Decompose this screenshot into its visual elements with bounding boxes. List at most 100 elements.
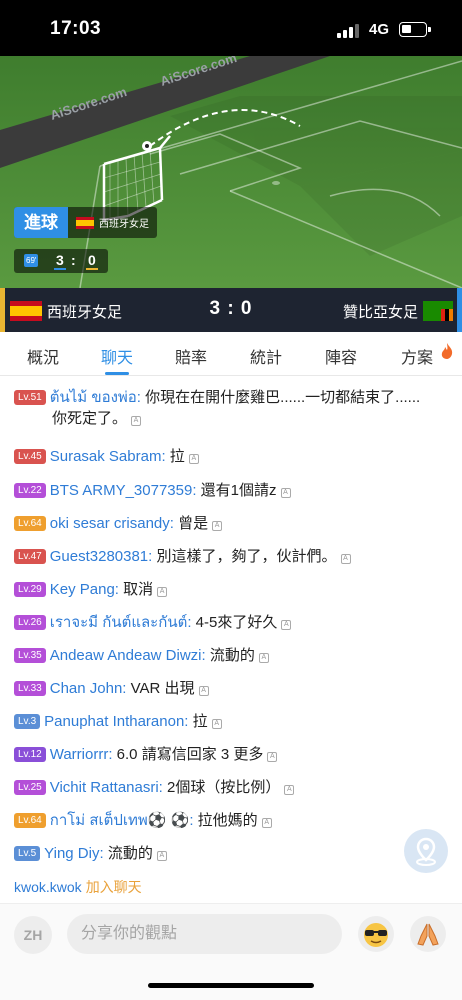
chat-text: 4-5來了好久 [195, 614, 278, 631]
score-bar: 西班牙女足 3 : 0 贊比亞女足 [0, 288, 462, 332]
sunglasses-emoji-icon [364, 923, 388, 947]
chat-message: Lv.22 BTS ARMY_3077359: 還有1個請z A [14, 480, 432, 501]
status-bar: 17:03 4G [0, 0, 462, 56]
level-badge: Lv.26 [14, 615, 46, 630]
chat-text: 2個球（按比例） [167, 779, 281, 796]
chat-username[interactable]: Andeaw Andeaw Diwzi: [50, 647, 206, 664]
chat-username[interactable]: ต้นไม้ ของพ่อ: [50, 389, 141, 406]
translate-icon[interactable]: A [198, 686, 209, 696]
level-badge: Lv.64 [14, 813, 46, 828]
zambia-flag-icon [423, 301, 453, 321]
chat-username[interactable]: Ying Diy: [44, 845, 103, 862]
join-notice: kwok.kwok 加入聊天 [14, 877, 142, 897]
tab-stats[interactable]: 統計 [250, 344, 282, 368]
translate-icon[interactable]: A [261, 818, 272, 828]
chat-message: Lv.64 กาโม่ สเต็ปเทพ⚽ ⚽: 拉他媽的 A [14, 810, 432, 831]
sunglasses-emoji-button[interactable] [358, 916, 394, 952]
chat-message: Lv.47 Guest3280381: 別這樣了，夠了，伙計們。 A [14, 546, 432, 567]
translate-icon[interactable]: A [267, 752, 278, 762]
chat-message: Lv.3 Panuphat Intharanon: 拉A [14, 711, 432, 732]
away-team-name[interactable]: 贊比亞女足 [343, 301, 418, 322]
translate-icon[interactable]: A [156, 851, 167, 861]
level-badge: Lv.29 [14, 582, 46, 597]
chat-message: Lv.26 เราจะมี กันต์และกันต์: 4-5來了好久 A [14, 612, 432, 633]
chat-username[interactable]: oki sesar crisandy: [50, 515, 174, 532]
translate-icon[interactable]: A [188, 454, 199, 464]
live-mini-score: 69' 3 : 0 [14, 249, 108, 273]
level-badge: Lv.5 [14, 846, 41, 861]
location-float-button[interactable] [404, 829, 448, 873]
chat-username[interactable]: Panuphat Intharanon: [44, 713, 188, 730]
chat-username[interactable]: กาโม่ สเต็ปเทพ⚽ ⚽: [50, 812, 194, 829]
chat-username[interactable]: Surasak Sabram: [50, 448, 166, 465]
chat-text-cont: 你死定了。 [52, 410, 128, 427]
home-indicator [148, 983, 314, 988]
chat-text: 取消 [123, 581, 154, 598]
translate-icon[interactable]: A [211, 719, 222, 729]
chat-message: Lv.25 Vichit Rattanasri: 2個球（按比例） A [14, 777, 432, 798]
translate-icon[interactable]: A [157, 587, 168, 597]
chat-text: 拉 [169, 448, 185, 465]
tab-chat[interactable]: 聊天 [101, 344, 133, 368]
signal-icon [337, 24, 363, 38]
chat-text: 拉他媽的 [197, 812, 258, 829]
translate-icon[interactable]: A [258, 653, 269, 663]
mini-home-score: 3 [54, 252, 66, 270]
active-tab-indicator [105, 372, 129, 375]
level-badge: Lv.33 [14, 681, 46, 696]
chat-username[interactable]: Warriorrr: [50, 746, 113, 763]
chat-text: 流動的 [107, 845, 153, 862]
tab-lineup[interactable]: 陣容 [325, 344, 357, 368]
level-badge: Lv.64 [14, 516, 46, 531]
mini-away-score: 0 [86, 252, 98, 270]
chat-username[interactable]: Key Pang: [50, 581, 119, 598]
tab-overview[interactable]: 概況 [27, 344, 59, 368]
chat-text: 拉 [192, 713, 208, 730]
chat-text: 別這樣了，夠了，伙計們。 [156, 548, 337, 565]
match-animation[interactable]: AiScore.com AiScore.com 進球 西班牙女足 69' 3:… [0, 56, 462, 288]
translate-icon[interactable]: A [212, 521, 223, 531]
status-time: 17:03 [50, 18, 102, 39]
location-icon [416, 837, 436, 866]
chat-message: Lv.12 Warriorrr: 6.0 請寫信回家 3 更多 A [14, 744, 432, 765]
join-username[interactable]: kwok.kwok [14, 879, 82, 895]
chat-message: Lv.29 Key Pang: 取消 A [14, 579, 432, 600]
message-input[interactable] [67, 914, 342, 954]
tab-bar: 概況 聊天 賠率 統計 陣容 方案 [0, 332, 462, 376]
level-badge: Lv.35 [14, 648, 46, 663]
level-badge: Lv.51 [14, 390, 46, 405]
join-text: 加入聊天 [85, 879, 142, 895]
tab-tips[interactable]: 方案 [401, 344, 433, 368]
translate-icon[interactable]: A [131, 416, 142, 426]
level-badge: Lv.22 [14, 483, 46, 498]
chat-username[interactable]: เราจะมี กันต์และกันต์: [50, 614, 192, 631]
language-button[interactable]: ZH [14, 916, 52, 954]
chat-message: Lv.35 Andeaw Andeaw Diwzi: 流動的 A [14, 645, 432, 666]
match-minute: 69' [24, 254, 39, 267]
translate-icon[interactable]: A [280, 488, 291, 498]
translate-icon[interactable]: A [284, 785, 295, 795]
goal-event-badge: 進球 西班牙女足 [14, 207, 157, 238]
level-badge: Lv.12 [14, 747, 46, 762]
chat-username[interactable]: Vichit Rattanasri: [50, 779, 163, 796]
goal-label: 進球 [14, 207, 68, 238]
chat-text: 你現在在開什麼雞巴......一切都結束了...... [145, 389, 421, 406]
chat-list[interactable]: Lv.51 ต้นไม้ ของพ่อ: 你現在在開什麼雞巴......一切都結束… [0, 383, 462, 903]
chat-username[interactable]: Chan John: [50, 680, 127, 697]
chat-message: Lv.5 Ying Diy: 流動的 A [14, 843, 432, 864]
chat-message: Lv.64 oki sesar crisandy: 曾是 A [14, 513, 432, 534]
chat-text: 6.0 請寫信回家 3 更多 [116, 746, 264, 763]
battery-icon [399, 22, 431, 37]
chat-username[interactable]: Guest3280381: [50, 548, 153, 565]
level-badge: Lv.45 [14, 449, 46, 464]
chat-message: Lv.45 Surasak Sabram: 拉A [14, 446, 432, 467]
chat-text: 曾是 [178, 515, 209, 532]
match-chat-screen: 17:03 4G AiScore.com AiScore.com 進球 西班牙女… [0, 0, 462, 1000]
pray-hands-icon [417, 923, 439, 946]
spain-flag-icon [76, 216, 94, 229]
pray-emoji-button[interactable] [410, 916, 446, 952]
chat-username[interactable]: BTS ARMY_3077359: [50, 482, 197, 499]
tab-odds[interactable]: 賠率 [175, 344, 207, 368]
translate-icon[interactable]: A [340, 554, 351, 564]
translate-icon[interactable]: A [281, 620, 292, 630]
